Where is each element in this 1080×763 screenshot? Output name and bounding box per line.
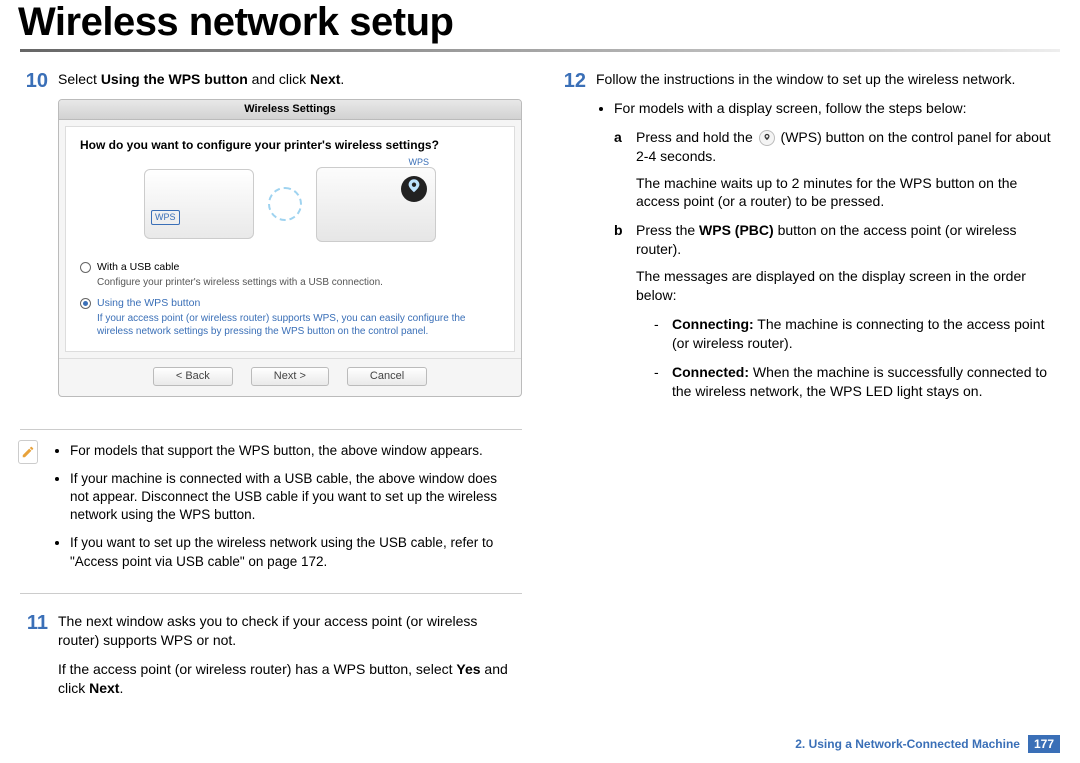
note-bullet-2: If your machine is connected with a USB …: [70, 470, 516, 525]
substep-a: a Press and hold the (WPS) button on the…: [614, 128, 1060, 166]
dialog-titlebar: Wireless Settings: [59, 100, 521, 120]
router-illustration: [144, 169, 254, 239]
note-bullet-3: If you want to set up the wireless netwo…: [70, 534, 516, 570]
note-box: For models that support the WPS button, …: [20, 429, 522, 594]
substep-b: b Press the WPS (PBC) button on the acce…: [614, 221, 1060, 259]
step-12-p1: Follow the instructions in the window to…: [596, 70, 1060, 89]
sync-arrows-icon: [268, 187, 302, 221]
step-number: 10: [20, 70, 48, 415]
note-bullet-1: For models that support the WPS button, …: [70, 442, 516, 460]
option-wps[interactable]: Using the WPS button: [80, 296, 500, 310]
option-usb[interactable]: With a USB cable: [80, 260, 500, 274]
step-10-text: Select Using the WPS button and click Ne…: [58, 70, 522, 89]
next-button[interactable]: Next >: [251, 367, 329, 386]
option-wps-desc: If your access point (or wireless router…: [97, 312, 500, 339]
option-wps-label: Using the WPS button: [97, 296, 200, 310]
option-usb-desc: Configure your printer's wireless settin…: [97, 276, 500, 290]
page-title: Wireless network setup: [18, 0, 1080, 45]
wps-button-icon: [401, 176, 427, 202]
wps-inline-icon: [759, 130, 775, 146]
step-number: 11: [20, 612, 48, 708]
wps-label: WPS: [408, 156, 429, 168]
substep-b-note: The messages are displayed on the displa…: [636, 267, 1060, 305]
status-connecting: - Connecting: The machine is connecting …: [654, 315, 1060, 353]
step-12-bullet: For models with a display screen, follow…: [614, 99, 1060, 401]
left-column: 10 Select Using the WPS button and click…: [20, 70, 522, 721]
dialog-screenshot: Wireless Settings How do you want to con…: [58, 99, 522, 397]
substep-a-note: The machine waits up to 2 minutes for th…: [636, 174, 1060, 212]
step-11: 11 The next window asks you to check if …: [20, 612, 522, 708]
right-column: 12 Follow the instructions in the window…: [558, 70, 1060, 721]
dialog-illustration: WPS: [80, 161, 500, 254]
status-connected: - Connected: When the machine is success…: [654, 363, 1060, 401]
chapter-label: 2. Using a Network-Connected Machine: [795, 737, 1020, 751]
step-11-p2: If the access point (or wireless router)…: [58, 660, 522, 698]
step-12: 12 Follow the instructions in the window…: [558, 70, 1060, 410]
radio-icon: [80, 262, 91, 273]
printer-illustration: WPS: [316, 167, 436, 242]
note-icon: [18, 440, 38, 464]
cancel-button[interactable]: Cancel: [347, 367, 427, 386]
step-number: 12: [558, 70, 586, 410]
dialog-question: How do you want to configure your printe…: [80, 137, 500, 153]
title-rule: [20, 49, 1060, 52]
option-usb-label: With a USB cable: [97, 260, 179, 274]
step-10: 10 Select Using the WPS button and click…: [20, 70, 522, 415]
radio-selected-icon: [80, 298, 91, 309]
back-button[interactable]: < Back: [153, 367, 233, 386]
step-11-p1: The next window asks you to check if you…: [58, 612, 522, 650]
page-footer: 2. Using a Network-Connected Machine 177: [795, 735, 1060, 753]
page-number: 177: [1028, 735, 1060, 753]
